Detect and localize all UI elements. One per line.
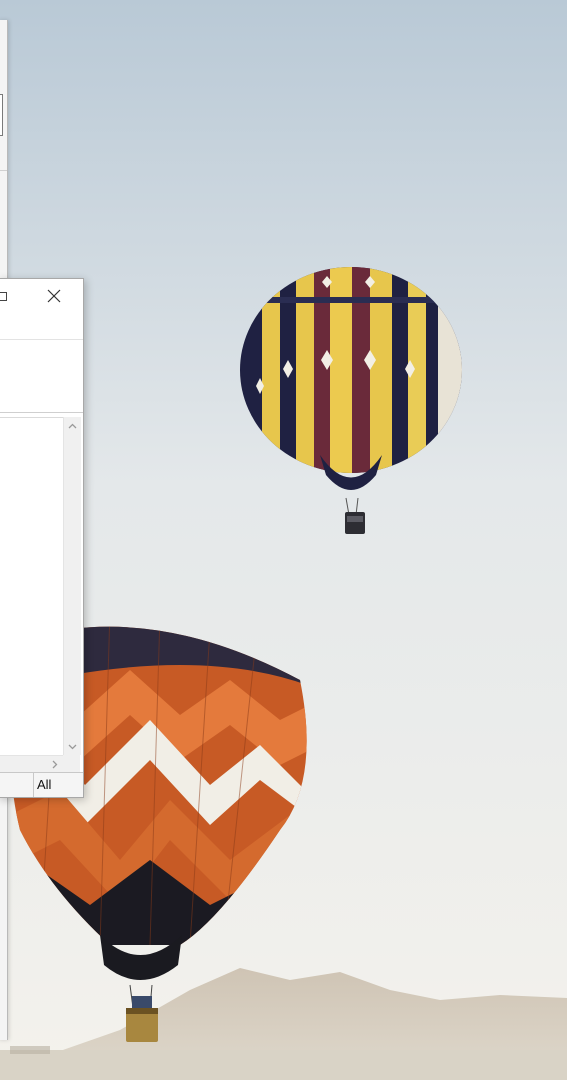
scroll-right-button[interactable] — [46, 756, 63, 773]
scrollbar-corner — [63, 755, 80, 772]
header-divider — [0, 412, 83, 413]
chevron-up-icon — [68, 423, 77, 428]
vertical-scrollbar[interactable] — [63, 417, 81, 755]
scroll-down-button[interactable] — [64, 738, 81, 755]
status-filter-all[interactable]: All — [35, 773, 51, 797]
status-bar: All — [0, 772, 83, 797]
dialog-window: All — [0, 278, 84, 798]
restore-icon — [0, 291, 7, 301]
title-bar[interactable] — [0, 279, 83, 313]
status-cell — [0, 773, 34, 797]
scroll-up-button[interactable] — [64, 417, 81, 434]
background-window-control[interactable] — [0, 94, 3, 136]
background-window-divider — [0, 170, 7, 171]
chevron-down-icon — [68, 744, 77, 749]
close-button[interactable] — [39, 283, 69, 309]
desktop-wallpaper — [0, 0, 567, 1080]
close-icon — [47, 289, 61, 303]
restore-button[interactable] — [0, 285, 11, 307]
chevron-right-icon — [52, 760, 57, 769]
horizontal-scrollbar[interactable] — [0, 755, 63, 773]
dialog-header — [0, 340, 83, 412]
